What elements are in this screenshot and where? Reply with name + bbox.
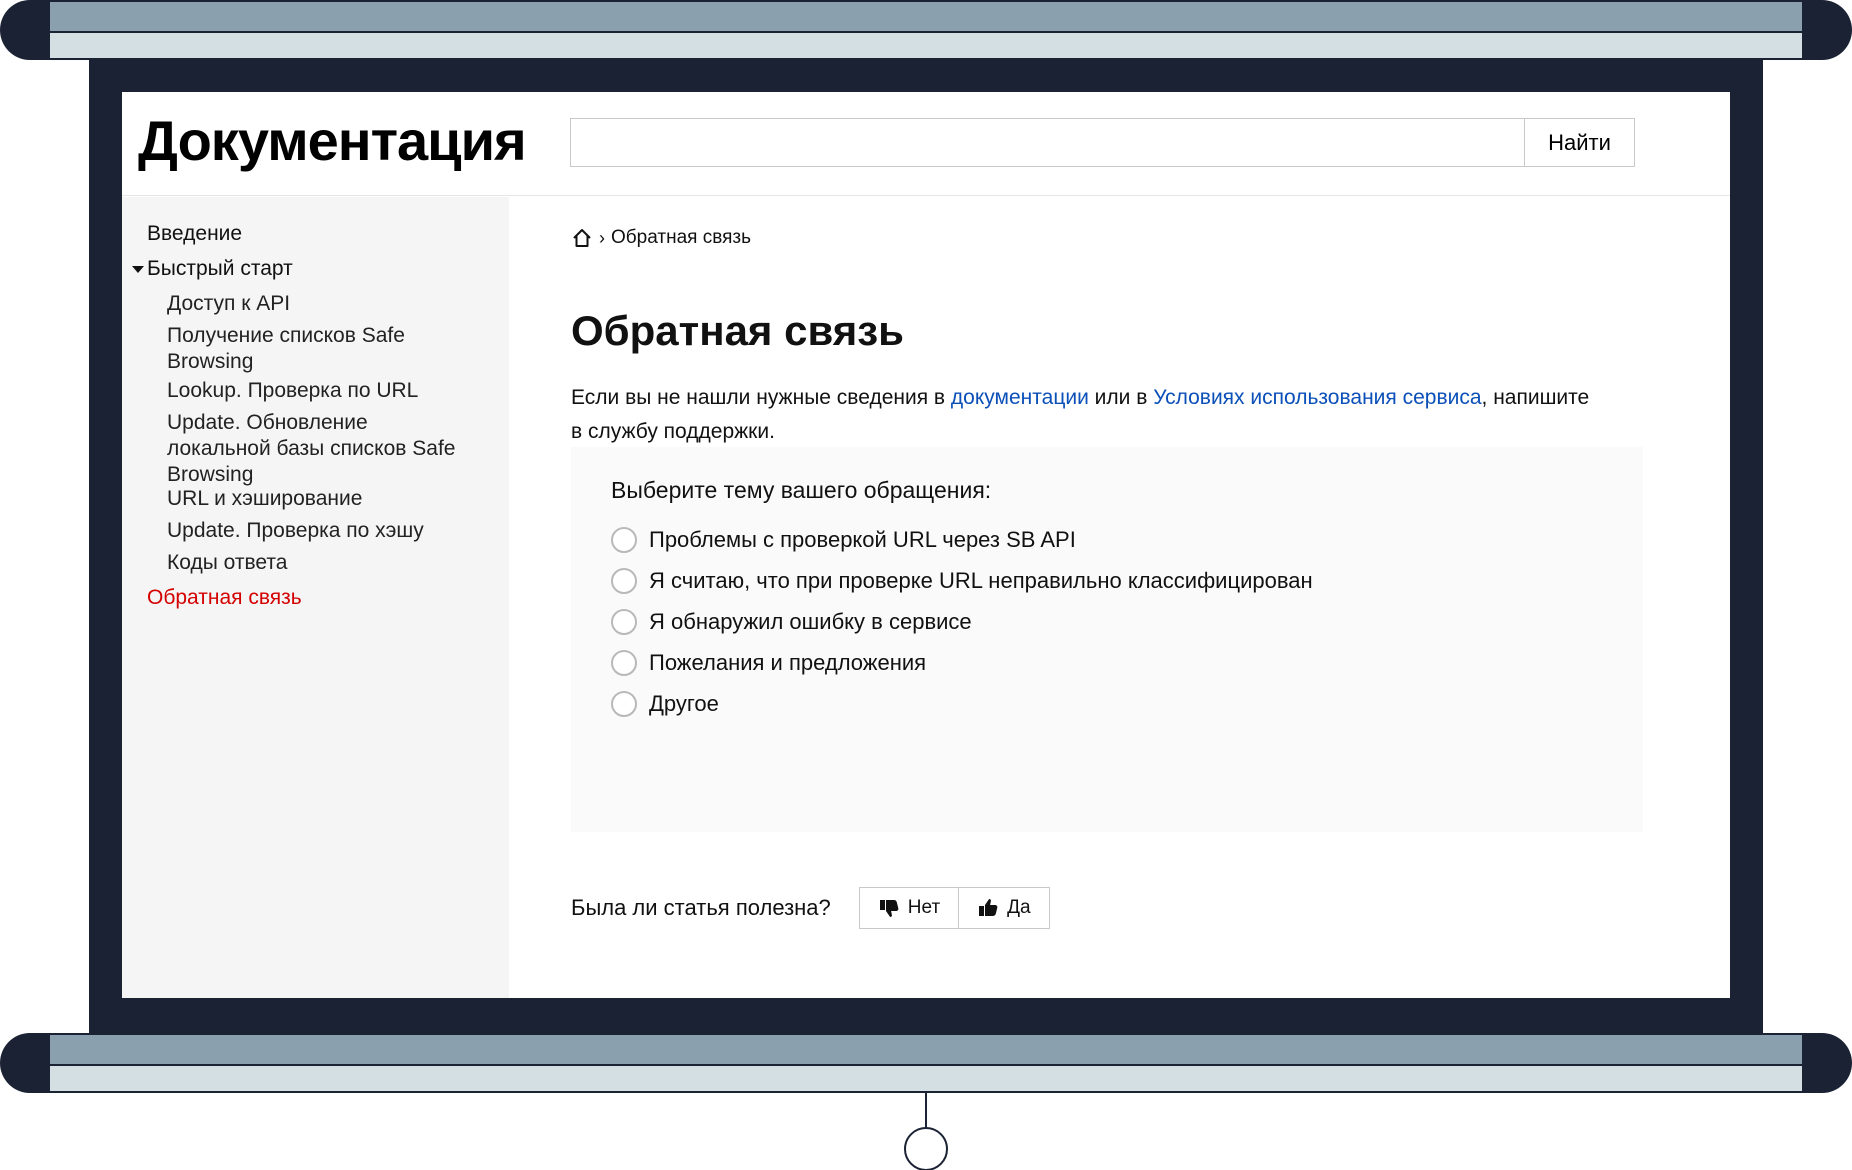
feedback-yes-button[interactable]: Да (959, 887, 1050, 929)
browser-screen: Документация Найти Введение Быстрый стар… (122, 92, 1730, 998)
sidebar-item-feedback[interactable]: Обратная связь (147, 585, 302, 611)
radio-button[interactable] (611, 691, 637, 717)
roller-tube (48, 1033, 1804, 1093)
breadcrumb-current: Обратная связь (611, 227, 751, 248)
sidebar-item-intro[interactable]: Введение (147, 221, 242, 247)
roller-cap-right (1802, 1033, 1852, 1093)
sidebar-item-response-codes[interactable]: Коды ответа (167, 550, 467, 576)
feedback-question: Была ли статья полезна? (571, 895, 831, 920)
roller-tube (48, 0, 1804, 60)
sidebar-nav: Введение Быстрый старт Доступ к API Полу… (122, 197, 509, 998)
page-header: Документация Найти (122, 92, 1730, 196)
form-question: Выберите тему вашего обращения: (611, 477, 992, 503)
thumbs-down-icon (879, 900, 899, 917)
radio-button[interactable] (611, 568, 637, 594)
topic-option[interactable]: Проблемы с проверкой URL через SB API (611, 527, 1076, 553)
article-feedback: Была ли статья полезна? Нет Да (571, 887, 1050, 929)
sidebar-item-quick-start[interactable]: Быстрый старт (147, 256, 293, 282)
sidebar-item-get-lists[interactable]: Получение списков Safe Browsing (167, 323, 467, 375)
chevron-right-icon: › (599, 227, 605, 248)
sidebar-item-update-hash[interactable]: Update. Проверка по хэшу (167, 518, 467, 544)
topic-option[interactable]: Я обнаружил ошибку в сервисе (611, 609, 972, 635)
screen-roller-top (0, 0, 1852, 60)
presentation-stage: Документация Найти Введение Быстрый стар… (0, 0, 1852, 1170)
search-button[interactable]: Найти (1524, 118, 1635, 167)
sidebar-item-url-hashing[interactable]: URL и хэширование (167, 486, 467, 512)
docs-link[interactable]: документации (951, 386, 1089, 409)
search-input[interactable] (570, 118, 1528, 167)
page-title: Обратная связь (571, 307, 904, 354)
radio-button[interactable] (611, 609, 637, 635)
main-content: › Обратная связь Обратная связь Если вы … (509, 197, 1730, 998)
sidebar-item-lookup[interactable]: Lookup. Проверка по URL (167, 378, 467, 404)
topic-form: Выберите тему вашего обращения: Проблемы… (571, 447, 1643, 832)
terms-link[interactable]: Условиях использования сервиса (1153, 386, 1481, 409)
sidebar-item-update-local[interactable]: Update. Обновление локальной базы списко… (167, 410, 472, 488)
radio-button[interactable] (611, 527, 637, 553)
roller-cap-right (1802, 0, 1852, 60)
topic-option[interactable]: Другое (611, 691, 719, 717)
pull-ring (904, 1127, 948, 1170)
thumbs-up-icon (979, 899, 998, 916)
docs-logo[interactable]: Документация (138, 108, 527, 173)
caret-down-icon[interactable] (132, 266, 144, 273)
screen-frame: Документация Найти Введение Быстрый стар… (89, 59, 1763, 1035)
intro-text: Если вы не нашли нужные сведения в докум… (571, 386, 1590, 443)
topic-option[interactable]: Пожелания и предложения (611, 650, 926, 676)
topic-option[interactable]: Я считаю, что при проверке URL неправиль… (611, 568, 1313, 594)
roller-cap-left (0, 0, 50, 60)
feedback-no-button[interactable]: Нет (858, 887, 960, 929)
home-icon[interactable] (571, 227, 593, 249)
radio-button[interactable] (611, 650, 637, 676)
sidebar-item-api-access[interactable]: Доступ к API (167, 291, 467, 317)
screen-roller-bottom (0, 1033, 1852, 1093)
breadcrumb: › Обратная связь (571, 227, 751, 249)
roller-cap-left (0, 1033, 50, 1093)
